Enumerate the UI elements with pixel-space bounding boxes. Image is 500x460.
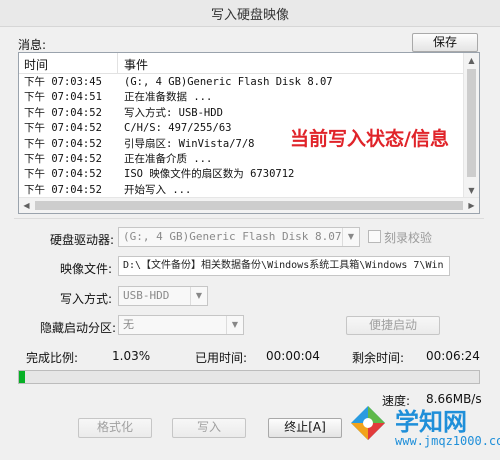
- annotation-overlay: 当前写入状态/信息: [290, 128, 449, 150]
- scroll-left-icon[interactable]: ◀: [19, 198, 34, 213]
- row-time: 下午 07:04:51: [24, 91, 102, 104]
- verify-checkbox[interactable]: [368, 230, 381, 243]
- column-separator[interactable]: [117, 53, 118, 73]
- progress-fill: [19, 371, 25, 383]
- window-title: 写入硬盘映像: [210, 8, 289, 23]
- write-method-label: 写入方式:: [60, 292, 113, 306]
- row-event: 正在准备数据 ...: [124, 91, 213, 104]
- drive-label: 硬盘驱动器:: [50, 233, 115, 247]
- row-time: 下午 07:03:45: [24, 76, 102, 88]
- hidden-partition-label: 隐藏启动分区:: [40, 321, 117, 335]
- row-time: 下午 07:04:52: [24, 168, 102, 181]
- watermark-url: www.jmqz1000.com: [395, 434, 500, 448]
- image-file-field[interactable]: D:\【文件备份】相关数据备份\Windows系统工具箱\Windows 7\W…: [118, 256, 450, 276]
- vertical-scroll-thumb[interactable]: [467, 69, 476, 177]
- log-header: 时间 事件: [19, 53, 465, 74]
- elapsed-label: 已用时间:: [195, 351, 248, 365]
- drive-value: (G:, 4 GB)Generic Flash Disk 8.07: [123, 230, 342, 243]
- title-bar[interactable]: 写入硬盘映像: [0, 0, 500, 27]
- elapsed-value: 00:00:04: [266, 349, 320, 363]
- table-row[interactable]: 下午 07:04:52 正在准备介质 ...: [19, 152, 465, 167]
- horizontal-scrollbar[interactable]: ◀ ▶: [19, 197, 479, 213]
- row-time: 下午 07:04:52: [24, 183, 102, 196]
- table-row[interactable]: 下午 07:04:52 ISO 映像文件的扇区数为 6730712: [19, 167, 465, 182]
- save-button[interactable]: 保存: [412, 33, 478, 52]
- hidden-partition-select[interactable]: 无 ▼: [118, 315, 244, 335]
- row-time: 下午 07:04:52: [24, 106, 102, 119]
- column-event[interactable]: 事件: [124, 56, 148, 73]
- write-method-select[interactable]: USB-HDD ▼: [118, 286, 208, 306]
- table-row[interactable]: 下午 07:04:52 写入方式: USB-HDD: [19, 106, 465, 121]
- section-divider: [14, 218, 484, 219]
- write-button[interactable]: 写入: [172, 418, 246, 438]
- vertical-scrollbar[interactable]: ▲ ▼: [463, 53, 479, 198]
- scroll-up-icon[interactable]: ▲: [464, 53, 479, 68]
- image-file-label: 映像文件:: [60, 262, 113, 276]
- write-progress-bar: [18, 370, 480, 384]
- format-button[interactable]: 格式化: [78, 418, 152, 438]
- row-event: C/H/S: 497/255/63: [124, 122, 232, 135]
- verify-label: 刻录校验: [384, 231, 433, 245]
- scroll-down-icon[interactable]: ▼: [464, 183, 479, 198]
- chevron-down-icon[interactable]: ▼: [190, 287, 207, 305]
- row-event: 开始写入 ...: [124, 183, 192, 196]
- write-method-value: USB-HDD: [123, 289, 170, 302]
- chevron-down-icon[interactable]: ▼: [226, 316, 243, 334]
- row-event: (G:, 4 GB)Generic Flash Disk 8.07: [124, 76, 333, 88]
- watermark-name: 学知网: [395, 408, 467, 436]
- column-time[interactable]: 时间: [24, 56, 48, 73]
- chevron-down-icon[interactable]: ▼: [342, 228, 359, 246]
- horizontal-scroll-thumb[interactable]: [35, 201, 463, 210]
- hidden-partition-value: 无: [123, 318, 134, 331]
- row-time: 下午 07:04:52: [24, 122, 102, 135]
- scroll-right-icon[interactable]: ▶: [464, 198, 479, 213]
- drive-select[interactable]: (G:, 4 GB)Generic Flash Disk 8.07 ▼: [118, 227, 360, 247]
- remaining-label: 剩余时间:: [352, 351, 405, 365]
- messages-label: 消息:: [18, 38, 47, 52]
- remaining-value: 00:06:24: [426, 349, 480, 363]
- row-event: 引导扇区: WinVista/7/8: [124, 137, 255, 150]
- convenient-boot-button[interactable]: 便捷启动: [346, 316, 440, 335]
- write-disk-image-window: 写入硬盘映像 消息: 保存 时间 事件 下午 07:03:45 (G:, 4 GB…: [0, 0, 500, 460]
- table-row[interactable]: 下午 07:03:45 (G:, 4 GB)Generic Flash Disk …: [19, 75, 465, 90]
- image-file-value: D:\【文件备份】相关数据备份\Windows系统工具箱\Windows 7\W…: [123, 260, 444, 271]
- table-row[interactable]: 下午 07:04:51 正在准备数据 ...: [19, 90, 465, 105]
- watermark: 学知网 www.jmqz1000.com: [345, 398, 500, 460]
- row-event: ISO 映像文件的扇区数为 6730712: [124, 168, 295, 181]
- percent-label: 完成比例:: [26, 351, 79, 365]
- row-time: 下午 07:04:52: [24, 152, 102, 165]
- row-time: 下午 07:04:52: [24, 137, 102, 150]
- terminate-button[interactable]: 终止[A]: [268, 418, 342, 438]
- percent-value: 1.03%: [112, 349, 151, 363]
- row-event: 写入方式: USB-HDD: [124, 106, 223, 119]
- table-row[interactable]: 下午 07:04:52 开始写入 ...: [19, 183, 465, 198]
- row-event: 正在准备介质 ...: [124, 152, 213, 165]
- watermark-logo-icon: [351, 406, 385, 440]
